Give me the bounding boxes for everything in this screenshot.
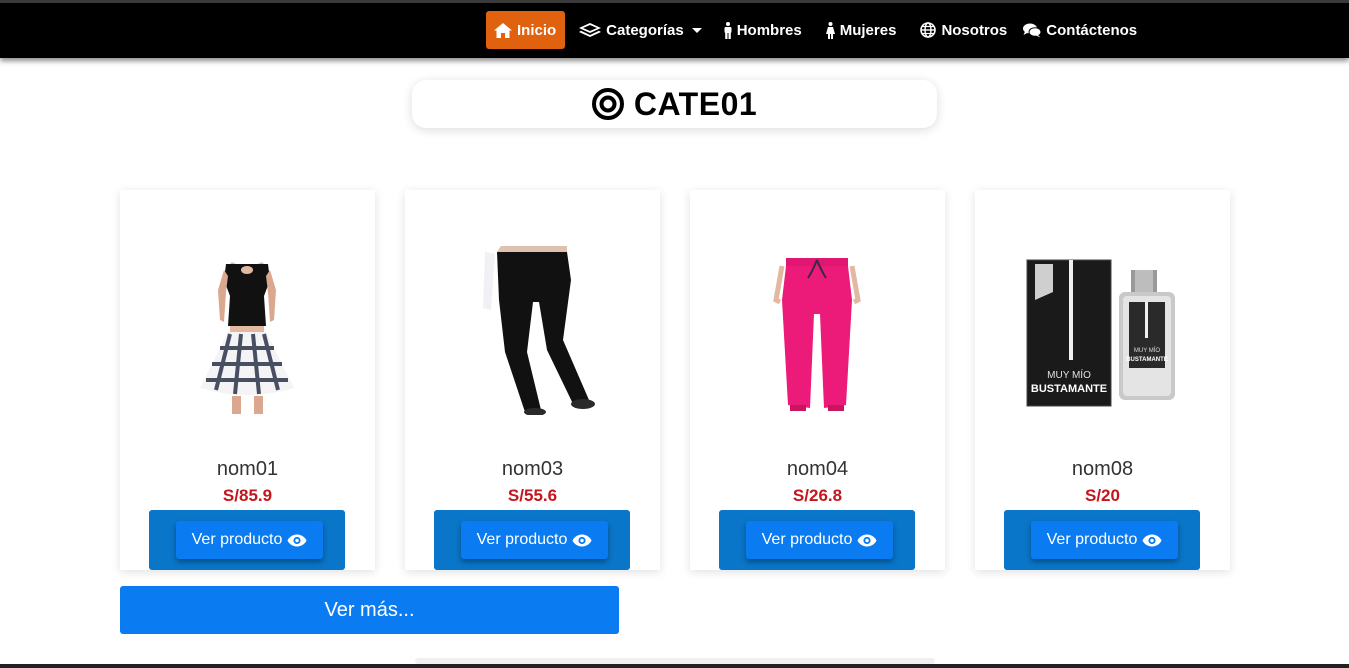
product-name: nom03 bbox=[501, 458, 564, 480]
nav-item-mujeres[interactable]: Mujeres bbox=[825, 11, 897, 49]
nav-item-label: Mujeres bbox=[839, 21, 897, 39]
perfume-box-brand-2: BUSTAMANTE bbox=[1031, 383, 1107, 395]
globe-icon bbox=[920, 22, 937, 38]
eye-icon bbox=[287, 534, 307, 546]
product-price: S/26.8 bbox=[792, 486, 843, 505]
product-card: nom04 S/26.8 Ver producto bbox=[690, 190, 945, 570]
button-label: Ver producto bbox=[476, 531, 568, 548]
chevron-down-icon bbox=[691, 27, 702, 33]
product-name: nom01 bbox=[216, 458, 279, 480]
layers-icon bbox=[579, 23, 602, 37]
skirt-outfit-image bbox=[200, 262, 294, 414]
product-card: nom01 S/85.9 Ver producto bbox=[120, 190, 375, 570]
female-icon bbox=[825, 21, 835, 39]
eye-icon bbox=[572, 534, 592, 546]
perfume-box-brand-1: MUY MÍO bbox=[1047, 368, 1091, 381]
button-label: Ver producto bbox=[191, 531, 283, 548]
perfume-bottle-image: MUY MÍO BUSTAMANTE MUY MÍO BUSTAMANTE bbox=[1026, 259, 1175, 407]
nav-item-hombres[interactable]: Hombres bbox=[724, 11, 802, 49]
nav-item-label: Inicio bbox=[517, 21, 557, 39]
nav-item-label: Nosotros bbox=[941, 21, 1008, 39]
product-price: S/85.9 bbox=[222, 486, 273, 505]
product-card: nom03 S/55.6 Ver producto bbox=[405, 190, 660, 570]
nav-item-label: Hombres bbox=[736, 21, 802, 39]
nav-item-label: Categorías bbox=[606, 21, 684, 39]
nav-item-categorias[interactable]: Categorías bbox=[579, 11, 702, 49]
product-price: S/20 bbox=[1085, 486, 1120, 505]
card-footer: Ver producto bbox=[1004, 510, 1200, 570]
view-product-button[interactable]: Ver producto bbox=[176, 521, 323, 559]
view-product-button[interactable]: Ver producto bbox=[461, 521, 608, 559]
nav-menu: Inicio Categorías Hombres Mujeres Nosotr… bbox=[486, 11, 1137, 49]
button-label: Ver producto bbox=[761, 531, 853, 548]
eye-icon bbox=[1142, 534, 1162, 546]
product-card: MUY MÍO BUSTAMANTE MUY MÍO BUSTAMANTE no… bbox=[975, 190, 1230, 570]
black-jeans-image bbox=[483, 246, 595, 415]
product-name: nom04 bbox=[786, 458, 849, 480]
product-name: nom08 bbox=[1071, 458, 1134, 480]
card-footer: Ver producto bbox=[149, 510, 345, 570]
card-footer: Ver producto bbox=[434, 510, 630, 570]
view-product-button[interactable]: Ver producto bbox=[1031, 521, 1178, 559]
male-icon bbox=[724, 21, 732, 39]
perfume-bottle-brand-1: MUY MÍO bbox=[1134, 347, 1161, 354]
footer-divider bbox=[0, 664, 1349, 668]
eye-icon bbox=[857, 534, 877, 546]
perfume-bottle-brand-2: BUSTAMANTE bbox=[1126, 357, 1168, 363]
nav-item-contactenos[interactable]: Contáctenos bbox=[1023, 11, 1137, 49]
category-title-box: CATE01 bbox=[412, 80, 937, 128]
view-product-button[interactable]: Ver producto bbox=[746, 521, 893, 559]
product-image bbox=[170, 240, 325, 415]
home-icon bbox=[494, 22, 512, 38]
product-image: MUY MÍO BUSTAMANTE MUY MÍO BUSTAMANTE bbox=[1023, 240, 1183, 415]
card-footer: Ver producto bbox=[719, 510, 915, 570]
chat-icon bbox=[1023, 23, 1042, 37]
nav-item-label: Contáctenos bbox=[1046, 21, 1138, 39]
product-image bbox=[740, 240, 895, 415]
see-more-button[interactable]: Ver más... bbox=[120, 586, 619, 634]
page-title: CATE01 bbox=[633, 85, 758, 122]
product-image bbox=[455, 240, 610, 415]
target-icon bbox=[591, 88, 624, 120]
navbar: Inicio Categorías Hombres Mujeres Nosotr… bbox=[0, 0, 1349, 58]
pink-pants-image bbox=[773, 258, 861, 411]
nav-item-nosotros[interactable]: Nosotros bbox=[920, 11, 1007, 49]
nav-item-inicio[interactable]: Inicio bbox=[486, 11, 566, 49]
button-label: Ver producto bbox=[1046, 531, 1138, 548]
product-price: S/55.6 bbox=[507, 486, 558, 505]
